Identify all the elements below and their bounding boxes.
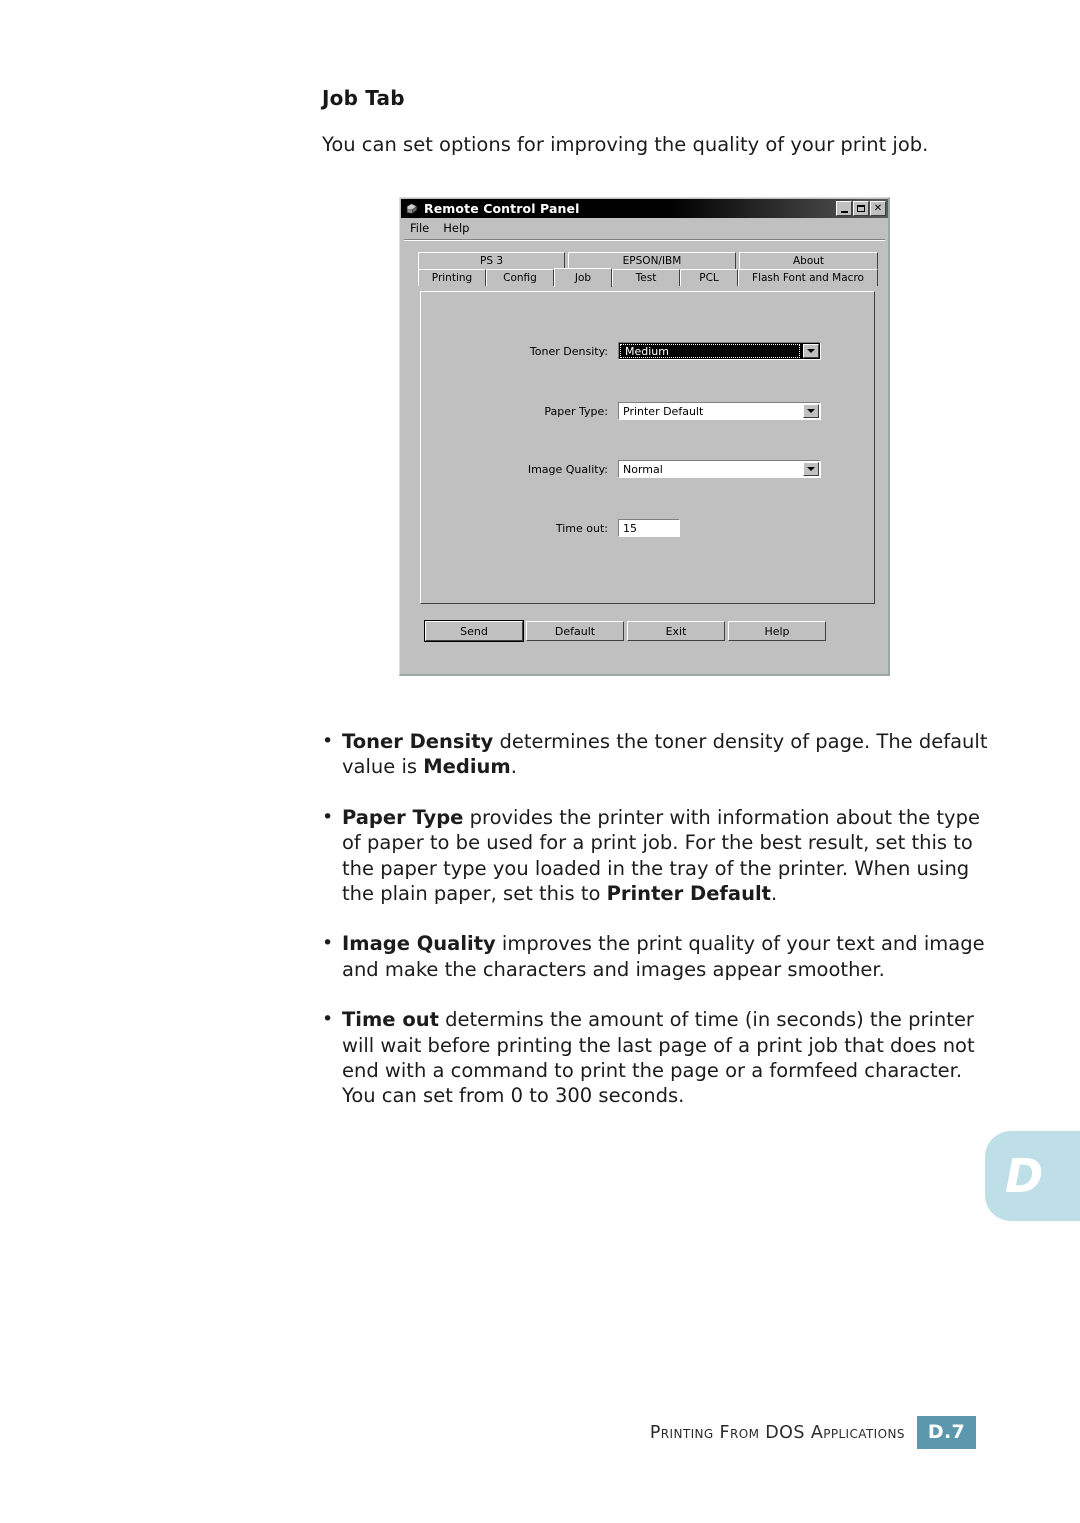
page-title: Job Tab <box>322 86 405 110</box>
tab-test[interactable]: Test <box>612 269 680 286</box>
list-item: • Paper Type provides the printer with in… <box>320 805 988 907</box>
page-number-badge: D.7 <box>916 1416 976 1449</box>
field-row-image-quality: Image Quality: Normal <box>421 460 821 478</box>
maximize-icon <box>854 202 868 215</box>
list-item: • Image Quality improves the print qualit… <box>320 931 988 982</box>
dialog-button-bar: Send Default Exit Help <box>424 620 829 642</box>
toner-density-label: Toner Density: <box>529 344 608 358</box>
footer-title: Printing From DOS Applications <box>649 1422 905 1443</box>
tab-flash-font-and-macro[interactable]: Flash Font and Macro <box>738 269 878 286</box>
bullet-term: Image Quality <box>342 932 496 956</box>
printer-icon <box>406 202 418 214</box>
image-quality-combo[interactable]: Normal <box>618 460 821 478</box>
time-out-label: Time out: <box>555 521 608 535</box>
bullet-term-emphasis: Printer Default <box>606 882 771 906</box>
tab-epson-ibm[interactable]: EPSON/IBM <box>568 252 736 269</box>
maximize-button[interactable] <box>853 201 869 216</box>
bullet-term-emphasis: Medium <box>423 755 511 779</box>
default-button[interactable]: Default <box>526 621 624 641</box>
bullet-tail: . <box>510 755 517 779</box>
menu-separator <box>404 239 885 241</box>
image-quality-label: Image Quality: <box>527 462 608 476</box>
menu-bar: File Help <box>401 218 888 237</box>
bullet-icon: • <box>322 805 334 828</box>
bullet-icon: • <box>322 730 334 752</box>
field-row-toner-density: Toner Density: Medium <box>421 342 821 360</box>
help-button[interactable]: Help <box>728 621 826 641</box>
bullet-tail: . <box>770 882 778 906</box>
chevron-down-icon[interactable] <box>803 404 819 418</box>
tab-row-lower: Printing Config Job Test PCL Flash Font … <box>418 268 878 287</box>
remote-control-panel-window: Remote Control Panel ✕ File Help PS 3 EP… <box>399 197 890 676</box>
chevron-down-icon[interactable] <box>803 344 819 358</box>
chevron-down-icon[interactable] <box>803 462 819 476</box>
toner-density-combo[interactable]: Medium <box>618 342 821 360</box>
bullet-icon: • <box>322 1008 334 1031</box>
field-row-time-out: Time out: 15 <box>421 519 821 537</box>
window-client-area: Remote Control Panel ✕ File Help PS 3 EP… <box>400 198 888 674</box>
tab-strip: PS 3 EPSON/IBM About Printing Config Job… <box>418 252 878 287</box>
bullet-term: Time out <box>342 1008 439 1032</box>
close-icon: ✕ <box>873 202 883 214</box>
tab-printing[interactable]: Printing <box>418 269 486 286</box>
bullet-list: • Toner Density determines the toner dens… <box>320 729 988 1109</box>
bullet-term: Paper Type <box>342 805 464 829</box>
minimize-icon <box>837 202 851 215</box>
list-item: • Time out determins the amount of time (… <box>320 1007 988 1109</box>
chapter-tab-marker: D <box>985 1131 1080 1221</box>
tab-row-upper: PS 3 EPSON/IBM About <box>418 252 878 269</box>
toner-density-value-box: Medium <box>620 344 800 358</box>
job-tab-panel: Toner Density: Medium Paper Type: Printe… <box>420 291 875 604</box>
intro-paragraph: You can set options for improving the qu… <box>322 133 929 156</box>
tab-pcl[interactable]: PCL <box>680 269 738 286</box>
window-controls: ✕ <box>836 201 886 216</box>
tab-job[interactable]: Job <box>554 268 612 287</box>
image-quality-value: Normal <box>623 462 663 476</box>
minimize-button[interactable] <box>836 201 852 216</box>
menu-item-help[interactable]: Help <box>443 221 469 235</box>
window-titlebar: Remote Control Panel ✕ <box>401 199 888 218</box>
bullet-icon: • <box>322 932 334 955</box>
close-button[interactable]: ✕ <box>870 201 886 216</box>
time-out-input[interactable]: 15 <box>618 519 680 537</box>
toner-density-value: Medium <box>625 344 669 358</box>
tab-about[interactable]: About <box>739 252 878 269</box>
tab-config[interactable]: Config <box>486 269 554 286</box>
paper-type-combo[interactable]: Printer Default <box>618 402 821 420</box>
send-button[interactable]: Send <box>424 620 524 642</box>
field-row-paper-type: Paper Type: Printer Default <box>421 402 821 420</box>
paper-type-value: Printer Default <box>623 404 704 418</box>
paper-type-label: Paper Type: <box>544 404 608 418</box>
bullet-term: Toner Density <box>342 730 494 753</box>
list-item: • Toner Density determines the toner dens… <box>320 729 988 780</box>
window-title: Remote Control Panel <box>424 201 580 216</box>
tab-ps3[interactable]: PS 3 <box>418 252 565 269</box>
menu-item-file[interactable]: File <box>410 221 429 235</box>
page-footer: Printing From DOS Applications D.7 <box>0 1416 976 1449</box>
exit-button[interactable]: Exit <box>627 621 725 641</box>
